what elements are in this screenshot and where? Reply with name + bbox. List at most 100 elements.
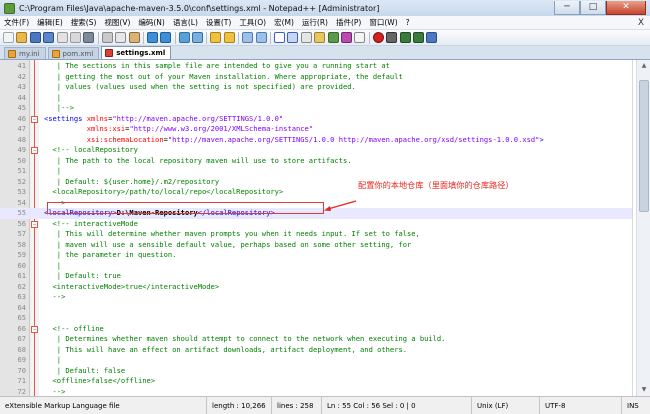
function-list-icon[interactable] xyxy=(340,32,352,43)
close-all-icon[interactable] xyxy=(69,32,81,43)
code-token: | xyxy=(44,166,62,175)
menu-encoding[interactable]: 编码(N) xyxy=(134,16,168,30)
file-saved-icon xyxy=(8,49,16,58)
code-line[interactable]: 57 | This will determine whether maven p… xyxy=(0,229,632,240)
word-wrap-icon[interactable] xyxy=(274,32,286,43)
code-line[interactable]: 65 xyxy=(0,313,632,324)
close-file-icon[interactable] xyxy=(56,32,68,43)
tab-settings-xml[interactable]: settings.xml xyxy=(101,46,172,59)
user-language-icon[interactable] xyxy=(314,32,326,43)
replace-icon[interactable] xyxy=(192,32,204,43)
copy-icon[interactable] xyxy=(115,32,127,43)
save-all-icon[interactable] xyxy=(43,32,55,43)
code-line[interactable]: 44 | xyxy=(0,93,632,104)
menu-window[interactable]: 窗口(W) xyxy=(365,16,401,30)
code-text: | Default: false xyxy=(44,366,125,377)
redo-icon[interactable] xyxy=(160,32,172,43)
code-line[interactable]: 42 | getting the most out of your Maven … xyxy=(0,72,632,83)
title-bar[interactable]: C:\Program Files\Java\apache-maven-3.5.0… xyxy=(0,0,650,16)
code-line[interactable]: 68 | This will have an effect on artifac… xyxy=(0,345,632,356)
menu-run[interactable]: 运行(R) xyxy=(298,16,332,30)
code-line[interactable]: 46− <settings xmlns="http://maven.apache.… xyxy=(0,114,632,125)
code-line[interactable]: 58 | maven will use a sensible default v… xyxy=(0,240,632,251)
code-line[interactable]: 49− <!-- localRepository xyxy=(0,145,632,156)
code-line[interactable]: 59 | the parameter in question. xyxy=(0,250,632,261)
play-macro-icon[interactable] xyxy=(399,32,411,43)
scrollbar-thumb[interactable] xyxy=(639,80,649,212)
maximize-button[interactable]: □ xyxy=(580,1,606,15)
indent-guide-icon[interactable] xyxy=(300,32,312,43)
document-map-icon[interactable] xyxy=(327,32,339,43)
code-line[interactable]: 47 xmlns:xsi="http://www.w3.org/2001/XML… xyxy=(0,124,632,135)
code-line[interactable]: 62 <interactiveMode>true</interactiveMod… xyxy=(0,282,632,293)
line-number: 42 xyxy=(17,71,26,81)
close-button[interactable]: ✕ xyxy=(606,1,646,15)
new-file-icon[interactable] xyxy=(3,32,14,43)
print-icon[interactable] xyxy=(83,32,95,43)
cut-icon[interactable] xyxy=(101,32,113,43)
code-line[interactable]: 69 | xyxy=(0,355,632,366)
code-line[interactable]: 56− <!-- interactiveMode xyxy=(0,219,632,230)
menu-language[interactable]: 语言(L) xyxy=(169,16,202,30)
status-insert-mode: INS xyxy=(627,401,639,410)
code-line[interactable]: 52 | Default: ${user.home}/.m2/repositor… xyxy=(0,177,632,188)
code-text: <offline>false</offline> xyxy=(44,376,156,387)
code-line[interactable]: 67 | Determines whether maven should att… xyxy=(0,334,632,345)
code-line[interactable]: 66− <!-- offline xyxy=(0,324,632,335)
stop-recording-icon[interactable] xyxy=(386,32,398,43)
fold-toggle-icon[interactable]: − xyxy=(31,325,38,333)
status-position: Ln : 55 Col : 56 Sel : 0 | 0 xyxy=(322,396,472,414)
show-all-chars-icon[interactable] xyxy=(287,32,299,43)
save-icon[interactable] xyxy=(29,32,41,43)
editor-area[interactable]: 41 | The sections in this sample file ar… xyxy=(0,60,650,414)
code-line[interactable]: 70 | Default: false xyxy=(0,366,632,377)
folder-as-workspace-icon[interactable] xyxy=(354,32,366,43)
tab-my-ini[interactable]: my.ini xyxy=(4,47,46,59)
fold-toggle-icon[interactable]: − xyxy=(31,115,38,123)
menu-edit[interactable]: 编辑(E) xyxy=(33,16,67,30)
tab-pom-xml[interactable]: pom.xml xyxy=(47,47,100,59)
record-macro-icon[interactable] xyxy=(372,32,384,43)
code-line[interactable]: 64 xyxy=(0,303,632,314)
code-line[interactable]: 53 <localRepository>/path/to/local/repo<… xyxy=(0,187,632,198)
code-line[interactable]: 51 | xyxy=(0,166,632,177)
scroll-up-icon[interactable]: ▲ xyxy=(637,60,650,72)
paste-icon[interactable] xyxy=(128,32,140,43)
code-line[interactable]: 43 | values (values used when the settin… xyxy=(0,82,632,93)
menu-settings[interactable]: 设置(T) xyxy=(202,16,235,30)
code-line[interactable]: 48 xsi:schemaLocation="http://maven.apac… xyxy=(0,135,632,146)
menu-search[interactable]: 搜索(S) xyxy=(67,16,101,30)
menu-view[interactable]: 视图(V) xyxy=(100,16,134,30)
find-icon[interactable] xyxy=(178,32,190,43)
zoom-out-icon[interactable] xyxy=(223,32,235,43)
code-token: xmlns xyxy=(86,113,109,123)
menu-help[interactable]: ? xyxy=(402,16,414,30)
vertical-scrollbar[interactable]: ▲ ▼ xyxy=(636,60,650,396)
menu-file[interactable]: 文件(F) xyxy=(0,16,33,30)
code-line[interactable]: 63 --> xyxy=(0,292,632,303)
code-line[interactable]: 60 | xyxy=(0,261,632,272)
notepad-plus-plus-icon xyxy=(4,2,15,14)
open-file-icon[interactable] xyxy=(16,32,28,43)
fold-toggle-icon[interactable]: − xyxy=(31,220,38,228)
toolbar-separator xyxy=(238,31,240,44)
undo-icon[interactable] xyxy=(146,32,158,43)
zoom-in-icon[interactable] xyxy=(210,32,222,43)
play-macro-multiple-icon[interactable] xyxy=(412,32,424,43)
minimize-button[interactable]: ─ xyxy=(554,1,580,15)
code-line[interactable]: 50 | The path to the local repository ma… xyxy=(0,156,632,167)
code-line[interactable]: 71 <offline>false</offline> xyxy=(0,376,632,387)
menu-macro[interactable]: 宏(M) xyxy=(270,16,298,30)
close-document-button[interactable]: X xyxy=(638,18,644,28)
menu-plugins[interactable]: 插件(P) xyxy=(332,16,365,30)
save-macro-icon[interactable] xyxy=(426,32,438,43)
menu-tools[interactable]: 工具(O) xyxy=(235,16,270,30)
status-length: length : 10,266 xyxy=(207,396,272,414)
code-line[interactable]: 41 | The sections in this sample file ar… xyxy=(0,61,632,72)
fold-toggle-icon[interactable]: − xyxy=(31,147,38,154)
sync-vertical-icon[interactable] xyxy=(242,32,254,43)
code-line[interactable]: 45 |--> xyxy=(0,103,632,114)
sync-horizontal-icon[interactable] xyxy=(255,32,267,43)
scroll-down-icon[interactable]: ▼ xyxy=(637,384,650,396)
code-line[interactable]: 61 | Default: true xyxy=(0,271,632,282)
